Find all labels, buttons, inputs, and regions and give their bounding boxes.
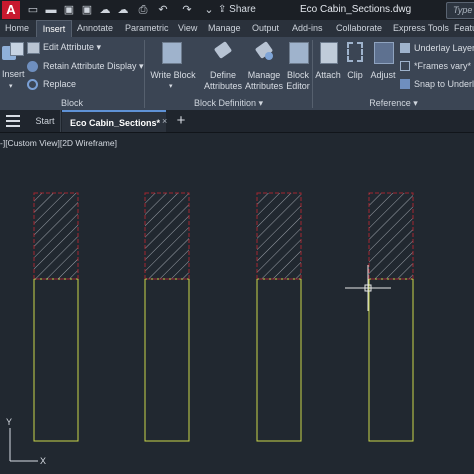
adjust-button[interactable]: Adjust <box>368 70 398 81</box>
block-definition-panel-title[interactable]: Block Definition ▾ <box>145 97 312 109</box>
write-block-button[interactable]: Write Block <box>150 70 196 81</box>
hatch-region[interactable] <box>256 192 302 280</box>
tab-view[interactable]: View <box>178 20 197 37</box>
tab-express-tools[interactable]: Express Tools <box>393 20 449 37</box>
edit-attribute-button[interactable]: Edit Attribute ▾ <box>43 42 101 53</box>
drawing-canvas[interactable]: Y X <box>0 133 474 474</box>
snap-to-underlays-button[interactable]: Snap to Underla <box>414 79 474 90</box>
save-icon[interactable]: ▣ <box>62 3 76 17</box>
snap-to-underlays-icon[interactable] <box>400 79 410 89</box>
cloud-upload-icon[interactable]: ☁ <box>116 3 130 17</box>
workspace-dropdown-icon[interactable]: ⌄ <box>202 3 216 17</box>
column-outline[interactable] <box>33 278 79 442</box>
tab-insert[interactable]: Insert <box>36 20 72 38</box>
attach-button[interactable]: Attach <box>312 70 344 81</box>
clip-icon[interactable] <box>347 42 363 62</box>
tab-parametric[interactable]: Parametric <box>125 20 169 37</box>
adjust-icon[interactable] <box>374 42 394 64</box>
ucs-y-label: Y <box>6 417 12 427</box>
replace-icon[interactable] <box>27 79 38 90</box>
insert-dropdown-icon[interactable]: ▾ <box>9 81 13 92</box>
tab-annotate[interactable]: Annotate <box>77 20 113 37</box>
underlay-layers-icon[interactable] <box>400 43 410 53</box>
ucs-x-label: X <box>40 456 46 466</box>
column-2[interactable] <box>144 192 190 442</box>
cloud-icon[interactable]: ☁ <box>98 3 112 17</box>
write-block-dropdown-icon[interactable]: ▾ <box>169 81 173 92</box>
frames-icon[interactable] <box>400 61 410 71</box>
manage-attributes-button[interactable]: Manage Attributes <box>241 70 287 92</box>
close-tab-icon[interactable]: × <box>162 110 172 132</box>
document-title: Eco Cabin_Sections.dwg <box>300 4 412 15</box>
insert-button[interactable]: Insert <box>2 69 25 80</box>
save-as-icon[interactable]: ▣ <box>80 3 94 17</box>
block-editor-icon[interactable] <box>289 42 309 64</box>
share-button[interactable]: ⇪ Share <box>218 2 256 18</box>
undo-icon[interactable]: ↶ <box>156 3 170 17</box>
tab-document[interactable]: Eco Cabin_Sections* <box>62 110 166 132</box>
column-1[interactable] <box>33 192 79 442</box>
replace-button[interactable]: Replace <box>43 79 76 90</box>
column-outline[interactable] <box>144 278 190 442</box>
manage-attributes-icon[interactable] <box>254 41 274 62</box>
retain-attribute-display-dropdown[interactable]: Retain Attribute Display ▾ <box>43 61 144 72</box>
reference-panel-title[interactable]: Reference ▾ <box>313 97 474 109</box>
new-icon[interactable]: ▭ <box>26 3 40 17</box>
menu-icon[interactable] <box>6 115 20 127</box>
column-4[interactable] <box>368 192 414 442</box>
block-panel-title: Block <box>60 98 83 108</box>
attach-icon[interactable] <box>320 42 338 64</box>
edit-attribute-icon[interactable] <box>27 42 40 54</box>
retain-attribute-display-icon[interactable] <box>27 61 38 72</box>
tab-featured[interactable]: Featu <box>454 20 474 37</box>
print-icon[interactable]: ⎙ <box>136 3 150 17</box>
new-tab-button[interactable]: + <box>172 110 190 132</box>
tab-output[interactable]: Output <box>252 20 279 37</box>
share-icon: ⇪ <box>218 4 230 15</box>
column-outline[interactable] <box>256 278 302 442</box>
app-logo-icon[interactable]: A <box>2 1 20 19</box>
hatch-region[interactable] <box>144 192 190 280</box>
open-icon[interactable]: ▬ <box>44 3 58 17</box>
underlay-layers-button[interactable]: Underlay Layers <box>414 43 474 54</box>
write-block-icon[interactable] <box>162 42 182 64</box>
block-editor-button[interactable]: Block Editor <box>283 70 313 92</box>
column-outline[interactable] <box>368 278 414 442</box>
tab-start[interactable]: Start <box>30 110 61 132</box>
search-input[interactable]: Type a <box>446 2 474 19</box>
define-attributes-button[interactable]: Define Attributes <box>200 70 246 92</box>
clip-button[interactable]: Clip <box>342 70 368 81</box>
column-3[interactable] <box>256 192 302 442</box>
insert-block-icon[interactable] <box>2 42 24 66</box>
frames-vary-dropdown[interactable]: *Frames vary* <box>414 61 471 72</box>
tab-collaborate[interactable]: Collaborate <box>336 20 382 37</box>
tab-manage[interactable]: Manage <box>208 20 241 37</box>
tab-home[interactable]: Home <box>5 20 29 37</box>
hatch-region[interactable] <box>33 192 79 280</box>
tab-add-ins[interactable]: Add-ins <box>292 20 323 37</box>
define-attributes-icon[interactable] <box>213 41 233 62</box>
redo-icon[interactable]: ↷ <box>180 3 194 17</box>
hatch-region[interactable] <box>368 192 414 280</box>
